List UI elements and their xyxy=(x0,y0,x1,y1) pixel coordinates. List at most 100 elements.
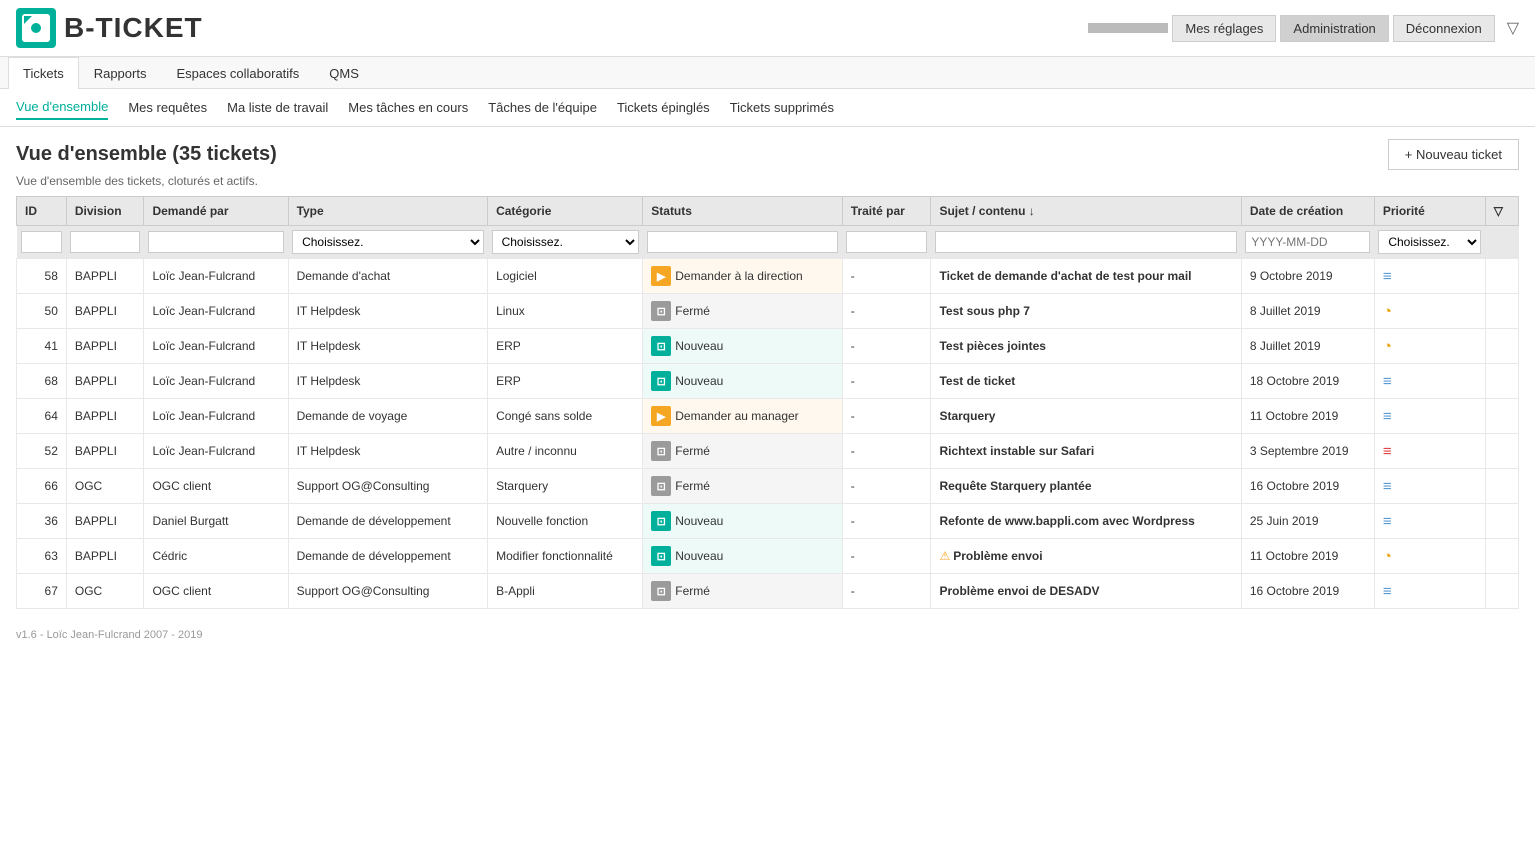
cell-priorite: ≡ xyxy=(1374,504,1485,539)
sub-nav-epingles[interactable]: Tickets épinglés xyxy=(617,96,710,119)
table-row[interactable]: 41 BAPPLI Loïc Jean-Fulcrand IT Helpdesk… xyxy=(17,329,1519,364)
status-icon: ⊡ xyxy=(651,336,671,356)
cell-actions xyxy=(1485,329,1518,364)
sub-nav-mes-requetes[interactable]: Mes requêtes xyxy=(128,96,207,119)
cell-categorie: ERP xyxy=(488,329,643,364)
cell-traite-par: - xyxy=(842,364,931,399)
cell-statuts: ⊡ Fermé xyxy=(643,574,843,609)
cell-actions xyxy=(1485,294,1518,329)
cell-division: BAPPLI xyxy=(66,259,144,294)
status-icon: ▶ xyxy=(651,266,671,286)
table-row[interactable]: 50 BAPPLI Loïc Jean-Fulcrand IT Helpdesk… xyxy=(17,294,1519,329)
cell-actions xyxy=(1485,399,1518,434)
cell-date: 11 Octobre 2019 xyxy=(1241,539,1374,574)
table-row[interactable]: 63 BAPPLI Cédric Demande de développemen… xyxy=(17,539,1519,574)
cell-statuts: ⊡ Nouveau xyxy=(643,364,843,399)
priority-lines-icon: ≡ xyxy=(1383,478,1392,495)
top-filter-icon[interactable]: ▽ xyxy=(1507,18,1519,38)
status-icon: ⊡ xyxy=(651,371,671,391)
demande-par-filter-input[interactable] xyxy=(148,231,284,253)
sujet-filter-input[interactable] xyxy=(935,231,1237,253)
sub-nav-supprimes[interactable]: Tickets supprimés xyxy=(730,96,834,119)
type-filter-select[interactable]: Choisissez. xyxy=(292,230,484,254)
cell-sujet: Test de ticket xyxy=(931,364,1241,399)
cell-actions xyxy=(1485,259,1518,294)
nav-tab-qms[interactable]: QMS xyxy=(314,57,374,89)
filter-statuts xyxy=(643,226,843,259)
table-row[interactable]: 66 OGC OGC client Support OG@Consulting … xyxy=(17,469,1519,504)
nav-tab-espaces[interactable]: Espaces collaboratifs xyxy=(161,57,314,89)
nav-tabs: Tickets Rapports Espaces collaboratifs Q… xyxy=(0,57,1535,89)
statuts-filter-input[interactable] xyxy=(647,231,839,253)
cell-priorite: ≡ xyxy=(1374,469,1485,504)
cell-id: 58 xyxy=(17,259,67,294)
col-header-statuts: Statuts xyxy=(643,197,843,226)
cell-sujet: Test pièces jointes xyxy=(931,329,1241,364)
nav-tab-rapports[interactable]: Rapports xyxy=(79,57,162,89)
table-row[interactable]: 64 BAPPLI Loïc Jean-Fulcrand Demande de … xyxy=(17,399,1519,434)
new-ticket-button[interactable]: + Nouveau ticket xyxy=(1388,139,1519,170)
filter-priorite: Choisissez. xyxy=(1374,226,1485,259)
reglages-button[interactable]: Mes réglages xyxy=(1172,15,1276,42)
cell-sujet: Test sous php 7 xyxy=(931,294,1241,329)
table-row[interactable]: 36 BAPPLI Daniel Burgatt Demande de déve… xyxy=(17,504,1519,539)
version-text: v1.6 - Loïc Jean-Fulcrand 2007 - 2019 xyxy=(16,629,203,641)
priorite-filter-select[interactable]: Choisissez. xyxy=(1378,230,1481,254)
cell-date: 16 Octobre 2019 xyxy=(1241,574,1374,609)
top-right-nav: Mes réglages Administration Déconnexion … xyxy=(1088,15,1519,42)
cell-id: 36 xyxy=(17,504,67,539)
cell-actions xyxy=(1485,469,1518,504)
status-icon: ⊡ xyxy=(651,546,671,566)
cell-statuts: ⊡ Nouveau xyxy=(643,329,843,364)
status-label: Fermé xyxy=(675,304,710,318)
priority-lines-icon: ≡ xyxy=(1383,268,1392,285)
status-icon: ⊡ xyxy=(651,511,671,531)
sujet-text: Refonte de www.bappli.com avec Wordpress xyxy=(939,514,1194,528)
deconnexion-button[interactable]: Déconnexion xyxy=(1393,15,1495,42)
table-row[interactable]: 68 BAPPLI Loïc Jean-Fulcrand IT Helpdesk… xyxy=(17,364,1519,399)
cell-statuts: ⊡ Nouveau xyxy=(643,504,843,539)
col-header-sujet: Sujet / contenu ↓ xyxy=(931,197,1241,226)
cell-demande-par: Loïc Jean-Fulcrand xyxy=(144,364,288,399)
cell-actions xyxy=(1485,574,1518,609)
categorie-filter-select[interactable]: Choisissez. xyxy=(492,230,639,254)
cell-actions xyxy=(1485,364,1518,399)
cell-priorite: ◔ xyxy=(1374,539,1485,574)
column-filter-icon[interactable]: ▽ xyxy=(1494,204,1503,218)
warning-icon: ⚠ xyxy=(939,549,950,563)
cell-demande-par: Loïc Jean-Fulcrand xyxy=(144,294,288,329)
cell-sujet: Requête Starquery plantée xyxy=(931,469,1241,504)
cell-traite-par: - xyxy=(842,399,931,434)
date-filter-input[interactable] xyxy=(1245,231,1370,253)
cell-categorie: Modifier fonctionnalité xyxy=(488,539,643,574)
status-icon: ⊡ xyxy=(651,301,671,321)
table-row[interactable]: 52 BAPPLI Loïc Jean-Fulcrand IT Helpdesk… xyxy=(17,434,1519,469)
sujet-text: Test de ticket xyxy=(939,374,1015,388)
status-label: Demander au manager xyxy=(675,409,798,423)
cell-id: 63 xyxy=(17,539,67,574)
cell-date: 18 Octobre 2019 xyxy=(1241,364,1374,399)
id-filter-input[interactable] xyxy=(21,231,63,253)
cell-actions xyxy=(1485,504,1518,539)
table-row[interactable]: 58 BAPPLI Loïc Jean-Fulcrand Demande d'a… xyxy=(17,259,1519,294)
col-header-filter[interactable]: ▽ xyxy=(1485,197,1518,226)
cell-statuts: ▶ Demander au manager xyxy=(643,399,843,434)
col-header-id: ID xyxy=(17,197,67,226)
cell-type: IT Helpdesk xyxy=(288,434,488,469)
table-row[interactable]: 67 OGC OGC client Support OG@Consulting … xyxy=(17,574,1519,609)
division-filter-input[interactable] xyxy=(70,231,140,253)
sub-nav-taches-equipe[interactable]: Tâches de l'équipe xyxy=(488,96,597,119)
cell-demande-par: Daniel Burgatt xyxy=(144,504,288,539)
administration-button[interactable]: Administration xyxy=(1280,15,1388,42)
status-icon: ▶ xyxy=(651,406,671,426)
sub-nav-mes-taches[interactable]: Mes tâches en cours xyxy=(348,96,468,119)
sub-nav-ma-liste[interactable]: Ma liste de travail xyxy=(227,96,328,119)
cell-categorie: B-Appli xyxy=(488,574,643,609)
user-button[interactable] xyxy=(1088,23,1168,33)
cell-division: BAPPLI xyxy=(66,434,144,469)
traite-par-filter-input[interactable] xyxy=(846,231,927,253)
nav-tab-tickets[interactable]: Tickets xyxy=(8,57,79,89)
cell-division: BAPPLI xyxy=(66,504,144,539)
priority-lines-icon: ≡ xyxy=(1383,408,1392,425)
sub-nav-vue[interactable]: Vue d'ensemble xyxy=(16,95,108,120)
